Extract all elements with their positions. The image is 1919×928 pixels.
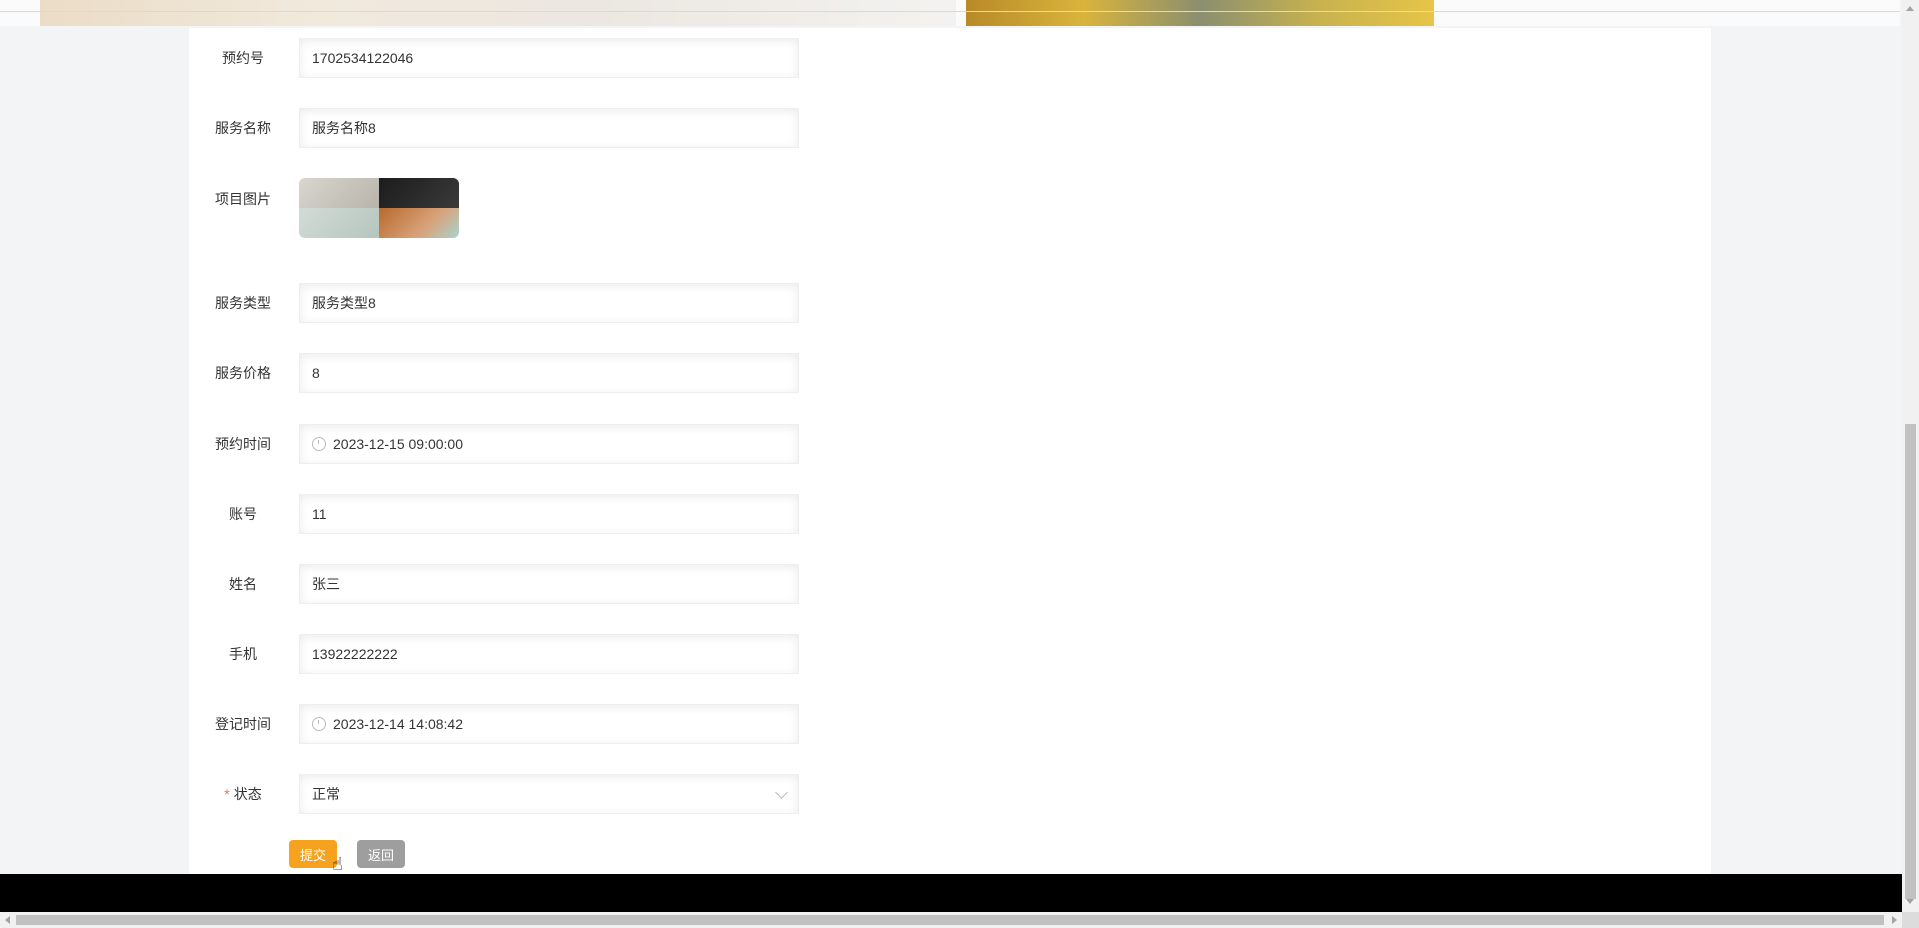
top-divider [0,11,1900,12]
service-type-label: 服务类型 [215,295,271,311]
image-tile [299,178,379,208]
scrollbar-corner [1902,912,1919,928]
banner-image-left [40,0,956,26]
booking-number-field[interactable]: 1702534122046 [299,38,799,78]
service-name-field[interactable]: 服务名称8 [299,108,799,148]
hand-cursor-icon: ☝ [332,854,343,874]
status-label-text: 状态 [233,786,262,802]
service-type-value: 服务类型8 [312,295,376,311]
phone-value: 13922222222 [312,646,398,662]
status-label: * 状态 [189,784,297,804]
service-name-label: 服务名称 [215,120,271,136]
project-image-thumbnail[interactable] [299,178,459,238]
status-select[interactable]: 正常 [299,774,799,814]
name-label: 姓名 [229,576,257,592]
image-tile [379,178,459,208]
booking-time-label: 预约时间 [215,436,271,452]
booking-number-label: 预约号 [222,50,264,66]
horizontal-scroll-thumb[interactable] [16,915,1884,925]
vertical-scrollbar[interactable] [1902,0,1919,912]
horizontal-scrollbar[interactable] [0,912,1902,928]
booking-time-value: 2023-12-15 09:00:00 [333,436,463,452]
required-marker: * [224,786,230,802]
scroll-left-arrow-icon[interactable] [5,916,10,924]
account-value: 11 [312,506,327,522]
back-button[interactable]: 返回 [357,840,405,868]
page-footer [0,874,1902,914]
booking-time-picker[interactable]: 2023-12-15 09:00:00 [299,424,799,464]
service-type-field[interactable]: 服务类型8 [299,283,799,323]
service-price-field[interactable]: 8 [299,353,799,393]
clock-icon [312,717,326,731]
register-time-picker[interactable]: 2023-12-14 14:08:42 [299,704,799,744]
vertical-scroll-thumb[interactable] [1905,424,1916,899]
register-time-value: 2023-12-14 14:08:42 [333,716,463,732]
account-label: 账号 [229,506,257,522]
phone-label: 手机 [229,646,257,662]
chevron-down-icon [775,786,788,799]
account-field[interactable]: 11 [299,494,799,534]
top-banner-strip [0,0,1900,26]
name-field[interactable]: 张三 [299,564,799,604]
scroll-right-arrow-icon[interactable] [1892,916,1897,924]
register-time-label: 登记时间 [215,716,271,732]
service-name-value: 服务名称8 [312,120,376,136]
service-price-label: 服务价格 [215,365,271,381]
banner-image-right [966,0,1434,26]
name-value: 张三 [312,576,340,592]
clock-icon [312,437,326,451]
status-value: 正常 [312,786,340,802]
booking-number-value: 1702534122046 [312,50,414,66]
scroll-down-arrow-icon[interactable] [1906,899,1914,904]
project-image-label: 项目图片 [215,191,271,207]
image-tile [379,208,459,238]
service-price-value: 8 [312,365,320,381]
scroll-up-arrow-icon[interactable] [1906,6,1914,11]
phone-field[interactable]: 13922222222 [299,634,799,674]
image-tile [299,208,379,238]
submit-button[interactable]: 提交 [289,840,337,868]
